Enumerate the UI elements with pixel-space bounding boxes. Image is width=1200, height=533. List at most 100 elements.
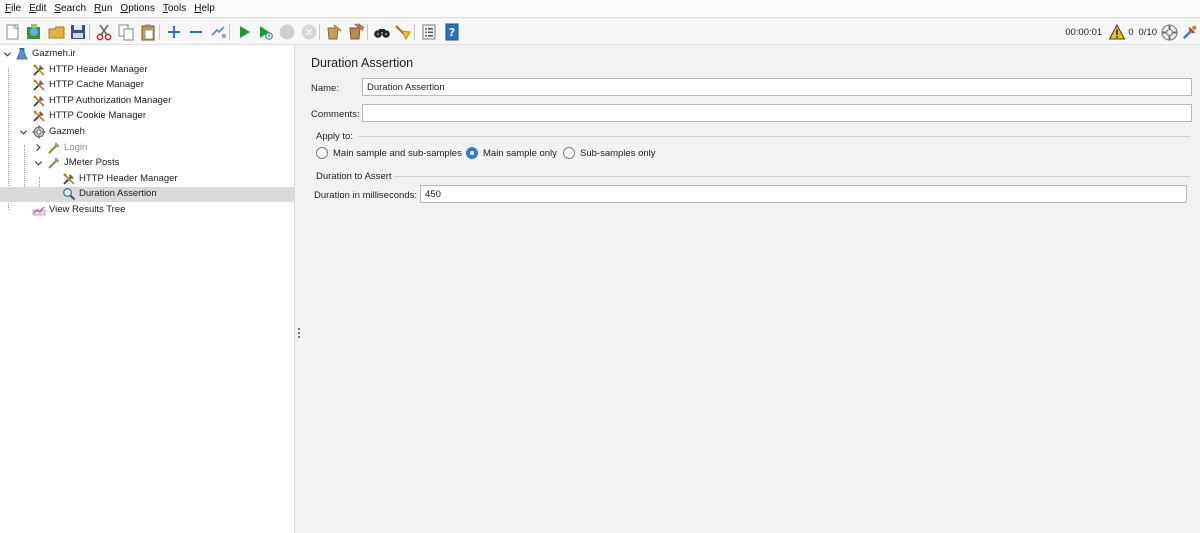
tree-node-label: Gazmeh.ir: [32, 48, 76, 59]
radio-label: Sub-samples only: [580, 147, 656, 159]
paste-icon[interactable]: [139, 23, 157, 41]
menu-help[interactable]: Help: [191, 3, 220, 14]
tree-node[interactable]: Login: [0, 141, 295, 156]
config-element-icon: [32, 63, 46, 77]
config-element-icon: [32, 94, 46, 108]
new-icon[interactable]: [4, 23, 22, 41]
warning-icon[interactable]: [1108, 23, 1126, 40]
cut-icon[interactable]: [95, 23, 113, 41]
comments-label: Comments:: [311, 109, 360, 120]
radio-subsamples-only[interactable]: Sub-samples only: [563, 146, 656, 160]
svg-text:?: ?: [449, 26, 455, 39]
apply-to-group-title: Apply to:: [316, 131, 355, 142]
menu-run[interactable]: Run: [91, 3, 117, 14]
listener-icon: [32, 203, 46, 217]
tree-node[interactable]: HTTP Header Manager: [0, 172, 295, 187]
copy-icon[interactable]: [117, 23, 135, 41]
menu-label-rest: ile: [11, 3, 22, 14]
splitter-grip-dot[interactable]: [298, 332, 300, 334]
templates-icon[interactable]: [25, 23, 43, 41]
reset-search-icon[interactable]: [394, 23, 412, 41]
panel-title: Duration Assertion: [311, 56, 414, 70]
clear-all-icon[interactable]: [347, 23, 365, 41]
tree-node-label: Login: [64, 141, 88, 153]
splitter-grip-dot[interactable]: [298, 336, 300, 338]
toolbar-separator: [319, 24, 320, 40]
radio-button[interactable]: [316, 147, 328, 159]
duration-assertion-panel: Duration Assertion Name: Comments: Apply…: [302, 45, 1200, 533]
stop-icon[interactable]: [278, 23, 296, 41]
tree-node[interactable]: Gazmeh: [0, 125, 295, 140]
function-helper-icon[interactable]: [420, 23, 438, 41]
test-plan-icon: [15, 47, 29, 61]
menu-label-rest: ptions: [128, 3, 155, 14]
jmeter-window: File Edit Search Run Options Tools Help 00:00:…: [0, 0, 1200, 533]
name-field[interactable]: [362, 78, 1192, 96]
tree-node[interactable]: Gazmeh.ir: [0, 47, 295, 62]
radio-main-and-subsamples[interactable]: Main sample and sub-samples: [316, 146, 462, 160]
tree-node-label: Duration Assertion: [79, 188, 157, 200]
tree-node-label: HTTP Header Manager: [79, 172, 178, 184]
test-plan-tree[interactable]: Gazmeh.ir HTTP Header Manager HTTP Cache M…: [0, 45, 295, 533]
help-icon[interactable]: ?: [443, 23, 461, 41]
chevron-down-icon[interactable]: [18, 127, 28, 137]
apply-to-group-border: [358, 136, 1190, 137]
tree-node-label: View Results Tree: [49, 204, 126, 215]
save-icon[interactable]: [69, 23, 87, 41]
elapsed-timer: 00:00:01: [1065, 26, 1103, 38]
tree-node[interactable]: HTTP Cache Manager: [0, 78, 295, 93]
menu-tools[interactable]: Tools: [160, 3, 191, 14]
duration-ms-field[interactable]: [420, 185, 1187, 203]
menu-options[interactable]: Options: [117, 3, 159, 14]
toolbar-separator: [367, 24, 368, 40]
tree-node-label: Gazmeh: [49, 126, 85, 137]
tree-node[interactable]: HTTP Authorization Manager: [0, 94, 295, 109]
radio-main-sample-only[interactable]: Main sample only: [466, 146, 557, 160]
clear-icon[interactable]: [325, 23, 343, 41]
comments-field[interactable]: [362, 104, 1192, 122]
tree-node[interactable]: HTTP Cookie Manager: [0, 109, 295, 124]
status-area: 00:00:01 0 0/10: [1065, 22, 1200, 42]
menu-bar: File Edit Search Run Options Tools Help: [0, 0, 1200, 18]
toggle-icon[interactable]: [209, 23, 227, 41]
tree-node[interactable]: JMeter Posts: [0, 156, 295, 171]
tree-node-label: HTTP Cookie Manager: [49, 110, 146, 122]
tree-node[interactable]: Duration Assertion: [0, 187, 295, 203]
sampler-icon: [47, 156, 61, 170]
config-element-icon: [62, 172, 76, 186]
splitter-grip-dot[interactable]: [298, 328, 300, 330]
menu-edit[interactable]: Edit: [26, 3, 51, 14]
menu-label-rest: un: [101, 3, 113, 14]
tree-node[interactable]: HTTP Header Manager: [0, 63, 295, 78]
open-icon[interactable]: [48, 23, 66, 41]
remote-status-icon: [1161, 23, 1178, 41]
config-element-icon: [32, 109, 46, 123]
chevron-right-icon[interactable]: [33, 143, 43, 153]
chevron-down-icon[interactable]: [2, 49, 12, 59]
radio-label: Main sample and sub-samples: [333, 147, 462, 159]
radio-button-selected[interactable]: [466, 147, 478, 159]
tree-node-label: HTTP Authorization Manager: [49, 94, 172, 106]
menu-search[interactable]: Search: [51, 3, 91, 14]
menu-mnemonic: E: [29, 3, 36, 14]
thread-group-icon: [32, 125, 46, 139]
menu-file[interactable]: File: [2, 3, 26, 14]
toolbar-separator: [89, 24, 90, 40]
radio-button[interactable]: [563, 147, 575, 159]
shutdown-icon[interactable]: [300, 23, 318, 41]
search-icon[interactable]: [373, 23, 391, 41]
expand-icon[interactable]: [165, 23, 183, 41]
duration-group-border: [394, 176, 1190, 177]
tree-node-label: HTTP Cache Manager: [49, 79, 144, 91]
collapse-icon[interactable]: [187, 23, 205, 41]
tree-node[interactable]: View Results Tree: [0, 203, 295, 218]
start-icon[interactable]: [235, 23, 253, 41]
warning-count: 0: [1128, 26, 1134, 38]
tree-node-label: JMeter Posts: [64, 157, 120, 169]
chevron-down-icon[interactable]: [33, 158, 43, 168]
start-no-pause-icon[interactable]: [256, 23, 274, 41]
sampler-icon: [47, 141, 61, 155]
log-viewer-icon[interactable]: [1181, 24, 1198, 41]
menu-label-rest: ools: [167, 3, 187, 14]
menu-label-rest: earch: [61, 3, 87, 14]
